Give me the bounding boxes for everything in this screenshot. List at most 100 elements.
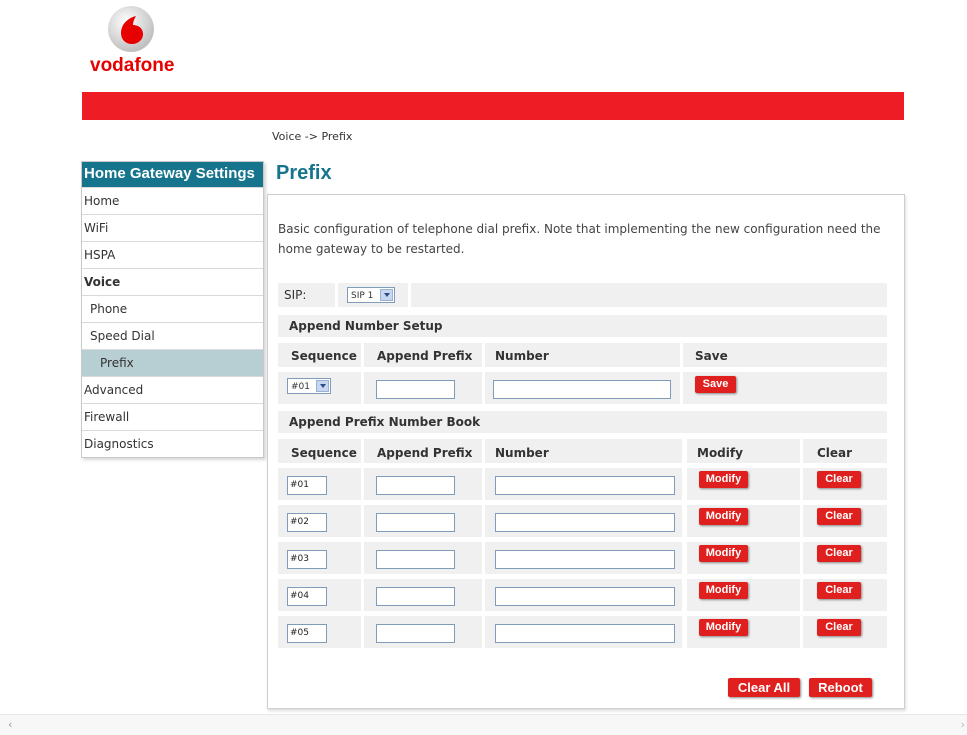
sidebar-item-hspa[interactable]: HSPA (82, 241, 263, 268)
modify-button[interactable]: Modify (699, 582, 748, 599)
book-row-4-sequence-cell: #04 (278, 579, 361, 611)
book-row-3-clear-cell: Clear (803, 542, 887, 574)
book-row-3-sequence-input[interactable]: #03 (287, 550, 327, 569)
clear-button[interactable]: Clear (817, 545, 861, 562)
sip-spacer-cell (411, 283, 887, 307)
sidebar-item-firewall[interactable]: Firewall (82, 403, 263, 430)
chevron-down-icon (316, 380, 329, 392)
book-row-4-modify-cell: Modify (687, 579, 800, 611)
setup-append-prefix-cell (364, 372, 482, 404)
setup-sequence-value: #01 (291, 382, 310, 392)
book-row-2-append-prefix-input[interactable] (376, 513, 455, 532)
book-row-2-number-cell (485, 505, 682, 537)
sidebar-item-home[interactable]: Home (82, 187, 263, 214)
modify-button[interactable]: Modify (699, 545, 748, 562)
sidebar-item-prefix[interactable]: Prefix (82, 349, 263, 376)
book-row-4-sequence-input[interactable]: #04 (287, 587, 327, 606)
book-row-5-append-prefix-cell (364, 616, 482, 648)
book-row-3-modify-cell: Modify (687, 542, 800, 574)
clear-all-button[interactable]: Clear All (728, 678, 800, 697)
book-row-2-sequence-input[interactable]: #02 (287, 513, 327, 532)
book-row-1-number-input[interactable] (495, 476, 675, 495)
book-row-2-number-input[interactable] (495, 513, 675, 532)
modify-button[interactable]: Modify (699, 471, 748, 488)
sidebar-item-voice[interactable]: Voice (82, 268, 263, 295)
logo-wordmark: vodafone (90, 55, 175, 76)
setup-number-cell (485, 372, 680, 404)
sip-select[interactable]: SIP 1 (347, 287, 395, 303)
setup-header-number: Number (495, 349, 549, 363)
book-header-cell-modify: Modify (687, 439, 800, 463)
book-row-4-append-prefix-input[interactable] (376, 587, 455, 606)
setup-title: Append Number Setup (289, 319, 443, 333)
book-row-1-sequence-cell: #01 (278, 468, 361, 500)
breadcrumb: Voice -> Prefix (272, 130, 353, 143)
setup-number-input[interactable] (493, 380, 671, 399)
setup-header-cell-number: Number (485, 343, 680, 367)
book-row-2-append-prefix-cell (364, 505, 482, 537)
sidebar-item-phone[interactable]: Phone (82, 295, 263, 322)
setup-header-cell-sequence: Sequence (278, 343, 361, 367)
book-header-cell-append-prefix: Append Prefix (364, 439, 482, 463)
clear-button[interactable]: Clear (817, 619, 861, 636)
book-header-clear: Clear (817, 446, 853, 460)
book-header-cell-number: Number (485, 439, 682, 463)
book-row-1-append-prefix-input[interactable] (376, 476, 455, 495)
book-row-5-number-cell (485, 616, 682, 648)
sidebar-item-speed-dial[interactable]: Speed Dial (82, 322, 263, 349)
book-row-1-sequence-input[interactable]: #01 (287, 476, 327, 495)
book-header-number: Number (495, 446, 549, 460)
reboot-button[interactable]: Reboot (809, 678, 872, 697)
book-row-1-clear-cell: Clear (803, 468, 887, 500)
prefix-panel: Basic configuration of telephone dial pr… (267, 194, 905, 709)
book-header-cell-sequence: Sequence (278, 439, 361, 463)
book-header-sequence: Sequence (291, 446, 357, 460)
book-header-append-prefix: Append Prefix (377, 446, 473, 460)
horizontal-scrollbar[interactable]: ‹ › (0, 714, 967, 735)
book-row-5-modify-cell: Modify (687, 616, 800, 648)
book-row-5-sequence-cell: #05 (278, 616, 361, 648)
book-row-4-clear-cell: Clear (803, 579, 887, 611)
setup-header-save: Save (695, 349, 728, 363)
book-header-cell-clear: Clear (803, 439, 887, 463)
setup-header-sequence: Sequence (291, 349, 357, 363)
book-row-4-number-cell (485, 579, 682, 611)
book-row-5-clear-cell: Clear (803, 616, 887, 648)
book-row-4-number-input[interactable] (495, 587, 675, 606)
sip-select-value: SIP 1 (351, 291, 374, 301)
sidebar-item-advanced[interactable]: Advanced (82, 376, 263, 403)
book-header-modify: Modify (697, 446, 743, 460)
book-row-3-append-prefix-input[interactable] (376, 550, 455, 569)
book-row-1-modify-cell: Modify (687, 468, 800, 500)
book-row-5-append-prefix-input[interactable] (376, 624, 455, 643)
logo-speechmark-icon (121, 16, 143, 44)
book-row-5-number-input[interactable] (495, 624, 675, 643)
modify-button[interactable]: Modify (699, 619, 748, 636)
scroll-right-arrow-icon[interactable]: › (961, 718, 965, 731)
setup-header-append-prefix: Append Prefix (377, 349, 473, 363)
book-row-2-sequence-cell: #02 (278, 505, 361, 537)
sidebar-item-diagnostics[interactable]: Diagnostics (82, 430, 263, 457)
book-row-3-number-input[interactable] (495, 550, 675, 569)
sidebar-title: Home Gateway Settings (82, 162, 263, 187)
book-title: Append Prefix Number Book (289, 415, 481, 429)
setup-save-cell: Save (683, 372, 887, 404)
save-button[interactable]: Save (695, 376, 736, 393)
book-row-3-sequence-cell: #03 (278, 542, 361, 574)
setup-title-cell: Append Number Setup (278, 315, 887, 337)
setup-append-prefix-input[interactable] (376, 380, 455, 399)
book-row-3-number-cell (485, 542, 682, 574)
sidebar: Home Gateway Settings Home WiFi HSPA Voi… (81, 161, 264, 458)
setup-sequence-select[interactable]: #01 (287, 378, 331, 394)
setup-sequence-cell: #01 (278, 372, 361, 404)
modify-button[interactable]: Modify (699, 508, 748, 525)
clear-button[interactable]: Clear (817, 508, 861, 525)
chevron-down-icon (380, 289, 393, 301)
sidebar-item-wifi[interactable]: WiFi (82, 214, 263, 241)
clear-button[interactable]: Clear (817, 582, 861, 599)
header-red-bar (82, 92, 904, 120)
book-row-5-sequence-input[interactable]: #05 (287, 624, 327, 643)
book-row-3-append-prefix-cell (364, 542, 482, 574)
scroll-left-arrow-icon[interactable]: ‹ (8, 718, 12, 731)
clear-button[interactable]: Clear (817, 471, 861, 488)
